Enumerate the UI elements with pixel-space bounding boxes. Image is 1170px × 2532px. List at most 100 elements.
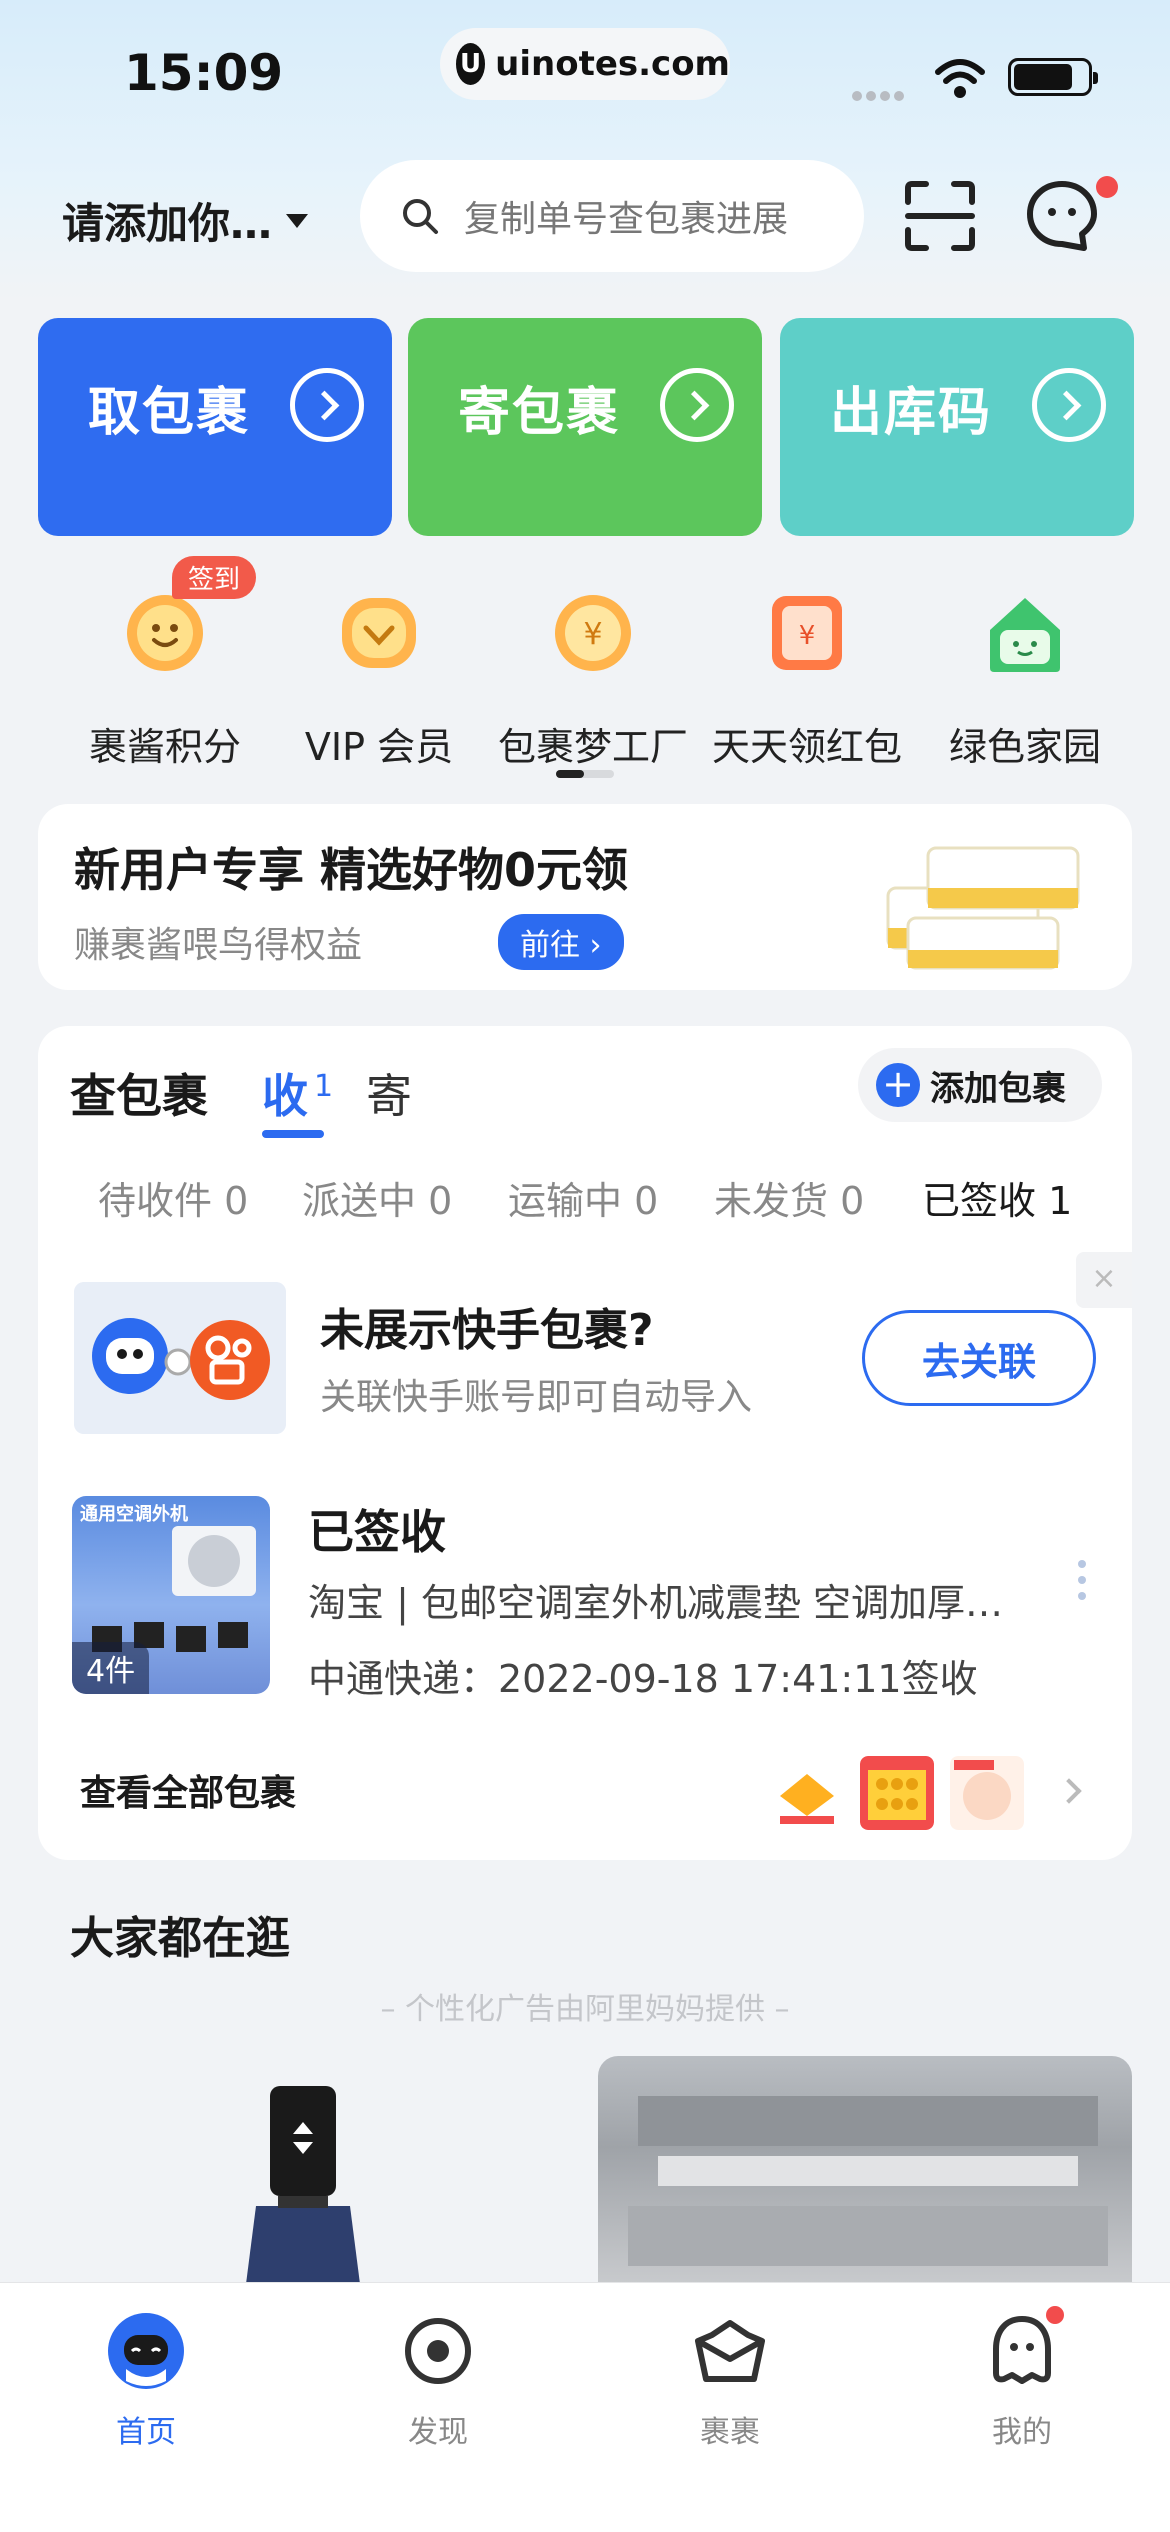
promo-subtitle: 赚裹酱喂鸟得权益 xyxy=(74,925,363,966)
outbound-code-label: 出库码 xyxy=(830,383,993,443)
chevron-right-icon[interactable] xyxy=(1056,1778,1082,1804)
tab-home-label: 首页 xyxy=(116,2415,176,2450)
green-house-icon xyxy=(990,598,1060,672)
tab-receive-label: 收 xyxy=(262,1069,308,1123)
search-icon xyxy=(403,199,438,234)
tab-send[interactable]: 寄 xyxy=(366,1060,412,1126)
pickup-label: 取包裹 xyxy=(88,383,251,443)
status-time: 15:09 xyxy=(124,44,284,102)
battery-icon xyxy=(1008,58,1098,96)
search-input[interactable]: 复制单号查包裹进展 xyxy=(360,160,864,272)
tab-discover-label: 发现 xyxy=(408,2415,468,2450)
tab-underline xyxy=(262,1130,324,1138)
service-label: 绿色家园 xyxy=(948,725,1101,769)
package-item-count: 4件 xyxy=(72,1642,150,1694)
service-green-home[interactable]: 绿色家园 xyxy=(920,590,1130,771)
svg-text:¥: ¥ xyxy=(583,617,602,652)
add-package-button[interactable]: + 添加包裹 xyxy=(858,1048,1102,1122)
package-thumbnail[interactable]: 通用空调外机 4件 xyxy=(72,1496,270,1694)
promo-go-label: 前往 xyxy=(520,928,580,963)
vip-heart-icon xyxy=(342,598,416,668)
promo-go-button[interactable]: 前往 › xyxy=(498,914,624,970)
svg-text:¥: ¥ xyxy=(799,621,816,651)
service-label: 包裹梦工厂 xyxy=(497,725,688,769)
package-panel: 查包裹 收1 寄 + 添加包裹 待收件 0 派送中 0 运输中 0 未发货 0 … xyxy=(38,1026,1132,1860)
plus-icon: + xyxy=(876,1063,920,1107)
service-vip[interactable]: VIP 会员 xyxy=(274,590,484,771)
package-panel-title: 查包裹 xyxy=(70,1069,208,1123)
arrow-right-icon xyxy=(290,368,364,442)
crown-box-icon xyxy=(695,2320,765,2382)
tab-me-label: 我的 xyxy=(992,2415,1052,2450)
tab-guoguo-label: 裹裹 xyxy=(700,2415,760,2450)
package-detail: 中通快递：2022-09-18 17:41:11签收 xyxy=(308,1657,978,1701)
tab-receive-count: 1 xyxy=(314,1068,334,1104)
close-icon[interactable]: × xyxy=(1076,1252,1132,1308)
product-photo-image xyxy=(628,2096,1108,2266)
site-logo-icon: U xyxy=(456,43,486,85)
status-tab-transit[interactable]: 运输中 0 xyxy=(508,1170,658,1225)
promo-banner[interactable]: 新用户专享 精选好物0元领 赚裹酱喂鸟得权益 前往 › xyxy=(38,804,1132,990)
service-label: 裹酱积分 xyxy=(88,725,241,769)
add-package-label: 添加包裹 xyxy=(930,1068,1066,1109)
package-status: 已签收 xyxy=(308,1505,446,1559)
pickup-card[interactable]: 取包裹 xyxy=(38,318,392,536)
product-thumb-peach-icon xyxy=(950,1756,1024,1830)
tissue-pack-image xyxy=(886,846,1080,970)
location-selector[interactable]: 请添加你… xyxy=(62,190,309,251)
red-envelope-icon: ¥ xyxy=(772,596,842,670)
status-tab-unshipped[interactable]: 未发货 0 xyxy=(714,1170,864,1225)
tab-discover[interactable]: 发现 xyxy=(338,2311,538,2451)
tab-home[interactable]: 首页 xyxy=(46,2311,246,2451)
tab-guoguo[interactable]: 裹裹 xyxy=(630,2311,830,2451)
caret-down-icon xyxy=(286,213,309,228)
view-all-packages[interactable]: 查看全部包裹 xyxy=(80,1764,296,1816)
search-placeholder: 复制单号查包裹进展 xyxy=(464,199,789,240)
tab-me[interactable]: 我的 xyxy=(922,2311,1122,2451)
notification-dot xyxy=(1096,176,1118,198)
package-title[interactable]: 淘宝 | 包邮空调室外机减震垫 空调加厚… xyxy=(308,1572,1028,1627)
feed-card-product[interactable] xyxy=(598,2056,1132,2284)
smile-coin-icon xyxy=(127,595,203,671)
message-icon[interactable] xyxy=(1024,178,1100,254)
service-label: VIP 会员 xyxy=(304,725,454,769)
service-points[interactable]: 裹酱积分 xyxy=(60,590,270,771)
more-options-icon[interactable] xyxy=(1078,1560,1090,1608)
kuaishou-link-image xyxy=(74,1282,286,1434)
feed-subtitle: – 个性化广告由阿里妈妈提供 – xyxy=(380,1992,790,2027)
home-mascot-icon xyxy=(108,2313,184,2389)
page-indicator xyxy=(556,770,614,778)
service-factory[interactable]: ¥ 包裹梦工厂 xyxy=(488,590,698,771)
yen-coin-icon: ¥ xyxy=(555,595,631,671)
location-label: 请添加你… xyxy=(62,199,273,248)
status-tab-signed[interactable]: 已签收 1 xyxy=(922,1170,1072,1225)
url-text: uinotes.com xyxy=(495,44,730,84)
tab-receive[interactable]: 收1 xyxy=(262,1060,333,1126)
arrow-right-icon xyxy=(660,368,734,442)
service-redpacket[interactable]: ¥ 天天领红包 xyxy=(702,590,912,771)
url-pill: U uinotes.com xyxy=(440,28,730,100)
link-banner-subtitle: 关联快手账号即可自动导入 xyxy=(320,1377,753,1418)
feed-title: 大家都在逛 xyxy=(70,1913,290,1964)
scan-icon[interactable] xyxy=(904,180,976,252)
link-banner-title: 未展示快手包裹? xyxy=(320,1305,654,1356)
umbrella-product-image xyxy=(246,2086,360,2284)
notification-dot xyxy=(1046,2306,1064,2324)
promo-title: 新用户专享 精选好物0元领 xyxy=(74,843,629,897)
send-label: 寄包裹 xyxy=(458,383,621,443)
product-thumb-mango-icon xyxy=(770,1756,844,1830)
feed-card-umbrella[interactable] xyxy=(38,2056,578,2284)
wifi-icon xyxy=(935,59,985,98)
arrow-right-icon xyxy=(1032,368,1106,442)
bottom-tab-bar: 首页 发现 裹裹 我的 xyxy=(0,2282,1170,2532)
product-thumb-box-icon xyxy=(860,1756,934,1830)
signal-icon xyxy=(852,86,908,105)
link-account-button[interactable]: 去关联 xyxy=(862,1310,1096,1406)
status-tab-pending[interactable]: 待收件 0 xyxy=(98,1170,248,1225)
signin-badge: 签到 xyxy=(172,556,257,599)
send-card[interactable]: 寄包裹 xyxy=(408,318,762,536)
discover-icon xyxy=(405,2318,471,2384)
status-tab-delivering[interactable]: 派送中 0 xyxy=(302,1170,452,1225)
service-label: 天天领红包 xyxy=(711,725,902,769)
outbound-code-card[interactable]: 出库码 xyxy=(780,318,1134,536)
